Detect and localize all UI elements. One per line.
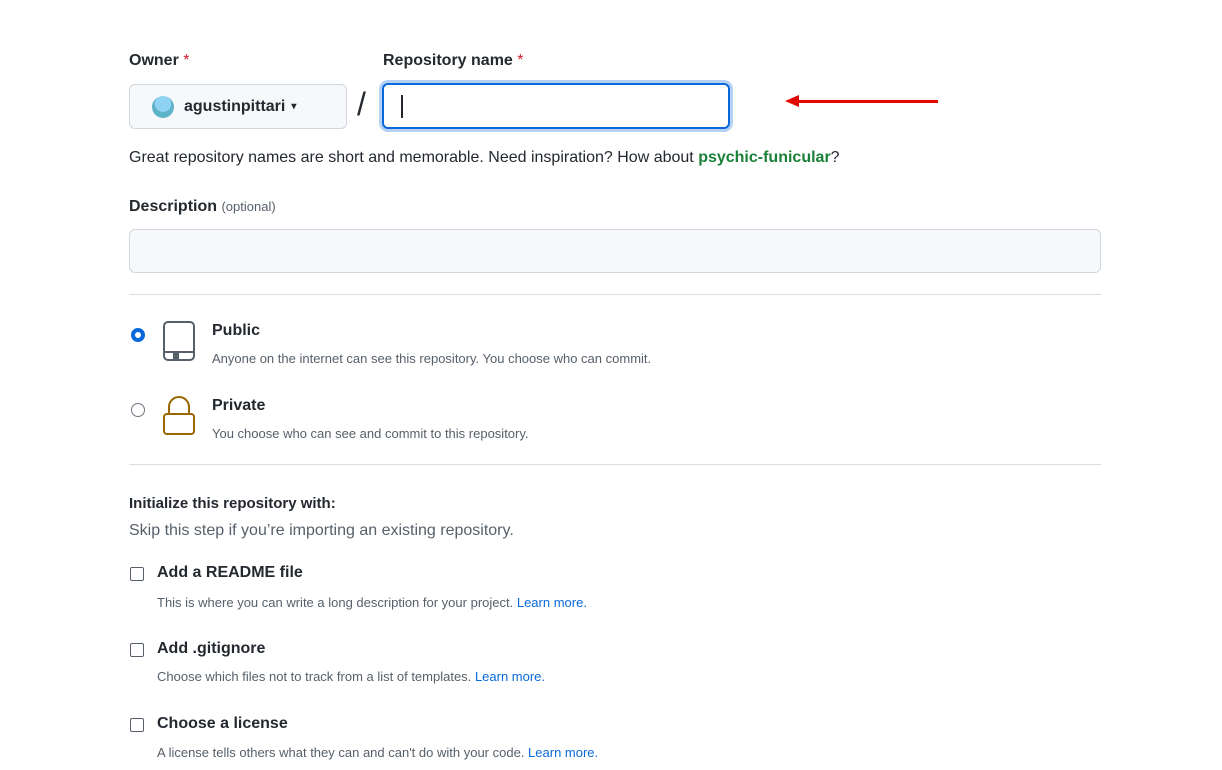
avatar <box>152 95 174 118</box>
public-description: Anyone on the internet can see this repo… <box>212 351 652 366</box>
learn-more-link[interactable]: Learn more. <box>517 595 587 610</box>
option-description-text: This is where you can write a long descr… <box>157 595 514 610</box>
repository-name-input[interactable] <box>382 83 730 129</box>
owner-repo-separator: / <box>357 86 366 122</box>
public-radio[interactable] <box>131 328 145 342</box>
text-cursor <box>401 95 403 118</box>
hint-text: Great repository names are short and mem… <box>129 149 699 166</box>
initialize-subheading: Skip this step if you’re importing an ex… <box>129 522 514 539</box>
initialize-heading: Initialize this repository with: <box>129 495 336 512</box>
divider <box>129 464 1101 465</box>
owner-label-text: Owner <box>129 52 179 69</box>
description-label: Description (optional) <box>129 198 276 216</box>
add-gitignore-checkbox[interactable] <box>130 643 144 657</box>
repository-name-hint: Great repository names are short and mem… <box>129 149 840 167</box>
owner-select-button[interactable]: agustinpittari ▾ <box>129 84 347 129</box>
repository-name-label-text: Repository name <box>383 52 513 69</box>
add-gitignore-title: Add .gitignore <box>157 640 266 657</box>
private-title: Private <box>212 397 266 414</box>
private-description: You choose who can see and commit to thi… <box>212 426 529 441</box>
repo-icon <box>163 321 195 361</box>
required-mark: * <box>517 52 524 69</box>
annotation-arrow-line <box>792 100 938 103</box>
hint-suffix: ? <box>830 149 840 166</box>
chevron-down-icon: ▾ <box>291 101 297 112</box>
lock-icon <box>163 396 195 435</box>
owner-label: Owner * <box>129 52 189 70</box>
learn-more-link[interactable]: Learn more. <box>528 745 598 760</box>
add-readme-checkbox[interactable] <box>130 567 144 581</box>
choose-license-description: A license tells others what they can and… <box>157 745 598 760</box>
choose-license-title: Choose a license <box>157 715 288 732</box>
annotation-arrow-icon <box>785 95 799 107</box>
add-readme-description: This is where you can write a long descr… <box>157 595 587 610</box>
add-readme-title: Add a README file <box>157 564 303 581</box>
option-description-text: A license tells others what they can and… <box>157 745 525 760</box>
optional-note: (optional) <box>221 199 276 214</box>
divider <box>129 294 1101 295</box>
learn-more-link[interactable]: Learn more. <box>475 669 545 684</box>
name-suggestion-link[interactable]: psychic-funicular <box>698 149 830 166</box>
owner-name: agustinpittari <box>184 97 286 115</box>
description-label-text: Description <box>129 198 218 215</box>
add-gitignore-description: Choose which files not to track from a l… <box>157 669 545 684</box>
option-description-text: Choose which files not to track from a l… <box>157 669 472 684</box>
public-title: Public <box>212 322 261 339</box>
repository-name-label: Repository name * <box>383 52 524 70</box>
private-radio[interactable] <box>131 403 145 417</box>
description-input[interactable] <box>129 229 1101 273</box>
choose-license-checkbox[interactable] <box>130 718 144 732</box>
required-mark: * <box>183 52 190 69</box>
